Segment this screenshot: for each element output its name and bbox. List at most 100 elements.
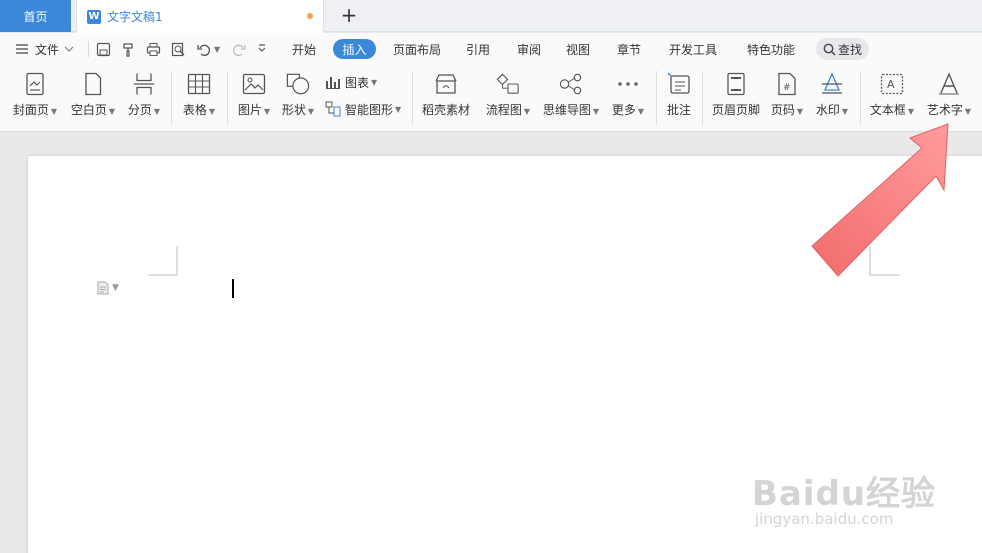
print-button[interactable] bbox=[146, 40, 161, 58]
mind-map-label: 思维导图 bbox=[542, 103, 591, 117]
table-button[interactable]: 表格 ▼ bbox=[178, 65, 220, 132]
format-painter-icon bbox=[123, 42, 133, 57]
tab-insert[interactable]: 插入 bbox=[333, 39, 376, 59]
chevron-down-icon: ▼ bbox=[112, 283, 119, 293]
chevron-down-icon: ▼ bbox=[214, 44, 221, 54]
more-icon bbox=[618, 82, 638, 86]
paragraph-layout-button[interactable]: ▼ bbox=[97, 281, 119, 295]
table-icon bbox=[187, 73, 211, 95]
menu-bar: 文件 ▼ 开始 插入 页面布局 引用 审阅 视图 章节 开发工具 特色功能 查找 bbox=[0, 33, 982, 65]
annotation-arrow-icon bbox=[811, 123, 949, 277]
docer-material-icon bbox=[435, 74, 457, 94]
chart-icon bbox=[326, 77, 340, 89]
smart-art-label: 智能图形 bbox=[345, 102, 394, 117]
flowchart-icon bbox=[496, 73, 519, 94]
chevron-down-icon bbox=[64, 46, 74, 52]
new-tab-button[interactable]: + bbox=[337, 3, 361, 27]
divider bbox=[412, 71, 413, 125]
tab-chapter[interactable]: 章节 bbox=[617, 40, 641, 58]
chart-label: 图表 bbox=[345, 75, 370, 90]
watermark-label: 水印 bbox=[815, 103, 840, 117]
divider bbox=[656, 71, 657, 125]
more-label: 更多 bbox=[611, 103, 636, 117]
flowchart-button[interactable]: 流程图 ▼ bbox=[483, 65, 533, 132]
page-break-label: 分页 bbox=[127, 103, 152, 117]
page-number-label: 页码 bbox=[770, 103, 795, 117]
blank-page-icon bbox=[85, 72, 102, 96]
docer-material-label: 稻壳素材 bbox=[421, 103, 470, 117]
picture-button[interactable]: 图片 ▼ bbox=[234, 65, 274, 132]
text-box-icon: A bbox=[880, 73, 904, 95]
tab-special-features[interactable]: 特色功能 bbox=[747, 40, 795, 58]
header-footer-button[interactable]: 页眉页脚 bbox=[709, 65, 763, 132]
print-preview-button[interactable] bbox=[171, 40, 186, 58]
header-footer-icon bbox=[727, 72, 745, 96]
baidu-jingyan-watermark: Baidu经验 jingyan.baidu.com bbox=[752, 466, 937, 528]
file-menu-label: 文件 bbox=[35, 42, 60, 57]
comment-button[interactable]: 批注 bbox=[663, 65, 695, 132]
page-break-button[interactable]: 分页 ▼ bbox=[124, 65, 164, 132]
file-menu[interactable]: 文件 bbox=[15, 40, 74, 58]
docer-material-button[interactable]: 稻壳素材 bbox=[419, 65, 473, 132]
page-break-icon bbox=[134, 73, 154, 95]
svg-text:A: A bbox=[887, 78, 895, 91]
cover-page-label: 封面页 bbox=[12, 103, 49, 117]
format-painter-button[interactable] bbox=[121, 40, 136, 58]
header-footer-label: 页眉页脚 bbox=[711, 103, 760, 117]
search-button[interactable]: 查找 bbox=[816, 38, 869, 60]
unsaved-dot-icon bbox=[307, 13, 313, 19]
tab-home[interactable]: 首页 bbox=[0, 0, 71, 32]
text-cursor bbox=[232, 279, 234, 298]
search-icon bbox=[823, 43, 836, 56]
save-icon bbox=[96, 42, 111, 56]
shape-button[interactable]: 形状 ▼ bbox=[278, 65, 318, 132]
picture-label: 图片 bbox=[237, 103, 262, 117]
tab-references[interactable]: 引用 bbox=[466, 40, 490, 58]
svg-text:#: # bbox=[783, 83, 791, 93]
margin-corner-marker bbox=[148, 246, 178, 276]
mind-map-button[interactable]: 思维导图 ▼ bbox=[541, 65, 601, 132]
tab-page-layout[interactable]: 页面布局 bbox=[393, 40, 441, 58]
document-icon bbox=[97, 281, 109, 295]
watermark-icon bbox=[822, 72, 842, 94]
more-button[interactable]: 更多 ▼ bbox=[609, 65, 647, 132]
undo-button[interactable]: ▼ bbox=[197, 40, 220, 58]
chevron-down-icon bbox=[258, 44, 266, 52]
page-number-icon: # bbox=[778, 72, 796, 96]
divider bbox=[702, 71, 703, 125]
text-box-label: 文本框 bbox=[869, 103, 906, 117]
redo-button[interactable] bbox=[231, 40, 246, 58]
comment-label: 批注 bbox=[666, 103, 691, 117]
customize-quick-access-button[interactable] bbox=[257, 40, 267, 58]
tab-developer[interactable]: 开发工具 bbox=[669, 40, 717, 58]
cover-page-button[interactable]: 封面页 ▼ bbox=[10, 65, 60, 132]
watermark-brand: Baidu经验 bbox=[752, 474, 937, 514]
chart-button[interactable]: 图表 ▼ bbox=[325, 72, 377, 92]
smart-art-button[interactable]: 智能图形 ▼ bbox=[325, 99, 401, 119]
tab-review[interactable]: 审阅 bbox=[517, 40, 541, 58]
tab-document-label: 文字文稿1 bbox=[107, 10, 163, 24]
blank-page-label: 空白页 bbox=[70, 103, 107, 117]
print-preview-icon bbox=[171, 42, 185, 56]
tab-bar: 首页 W 文字文稿1 + bbox=[0, 0, 982, 33]
mind-map-icon bbox=[559, 73, 582, 95]
hamburger-icon bbox=[16, 44, 28, 54]
table-label: 表格 bbox=[182, 103, 207, 117]
cover-page-icon bbox=[26, 72, 44, 96]
writer-doc-icon: W bbox=[87, 9, 101, 24]
tab-start[interactable]: 开始 bbox=[292, 40, 316, 58]
search-label: 查找 bbox=[837, 42, 862, 57]
flowchart-label: 流程图 bbox=[485, 103, 522, 117]
save-button[interactable] bbox=[96, 40, 111, 58]
redo-icon bbox=[233, 44, 246, 56]
picture-icon bbox=[242, 73, 266, 95]
comment-icon bbox=[667, 72, 690, 94]
divider bbox=[88, 41, 89, 57]
divider bbox=[860, 71, 861, 125]
tab-document[interactable]: W 文字文稿1 bbox=[76, 0, 324, 33]
blank-page-button[interactable]: 空白页 ▼ bbox=[68, 65, 118, 132]
shape-label: 形状 bbox=[281, 103, 306, 117]
word-art-icon bbox=[939, 72, 959, 95]
tab-view[interactable]: 视图 bbox=[566, 40, 590, 58]
divider bbox=[227, 71, 228, 125]
